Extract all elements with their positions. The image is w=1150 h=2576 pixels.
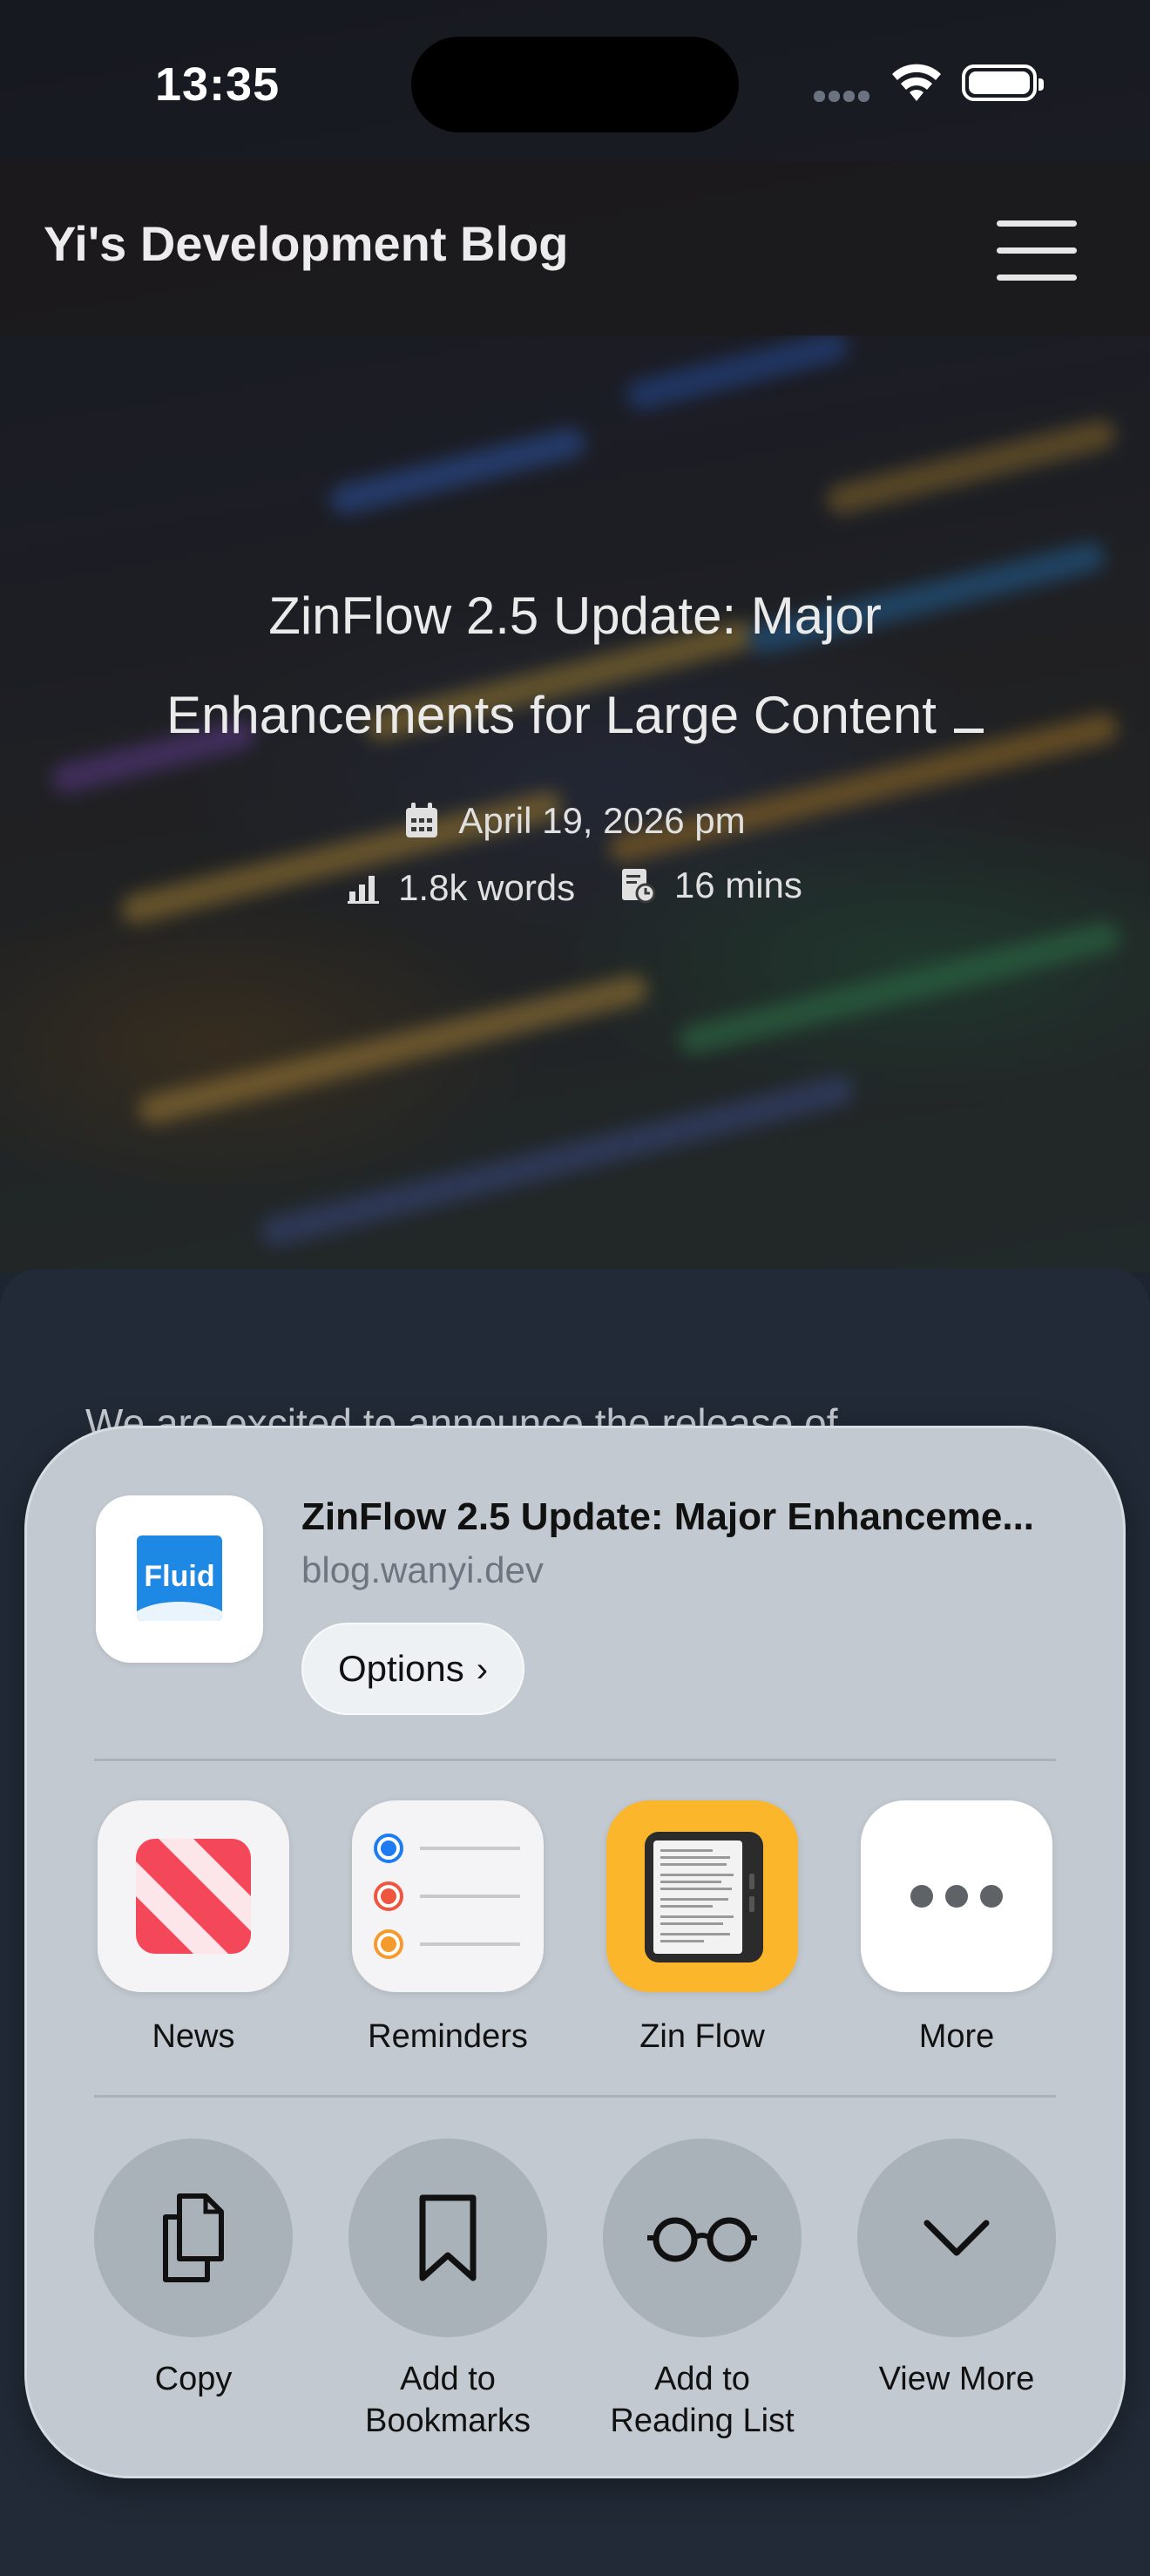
- fluid-logo-icon: Fluid: [137, 1535, 222, 1621]
- reading-time-icon: [621, 869, 655, 904]
- post-title: ZinFlow 2.5 Update: Major Enhancements f…: [70, 566, 1080, 765]
- navbar: Yi's Development Blog: [0, 161, 1150, 336]
- app-label: More: [918, 2018, 995, 2055]
- divider: [94, 1759, 1056, 1761]
- action-label-line1: View More: [878, 2361, 1035, 2397]
- app-label: Zin Flow: [639, 2018, 765, 2055]
- post-read-time: 16 mins: [673, 864, 802, 905]
- battery-icon: [962, 64, 1044, 101]
- share-app-more[interactable]: More: [861, 1800, 1052, 2056]
- chevron-down-icon: [857, 2139, 1056, 2337]
- post-stats-row: 1.8k words 16 mins: [0, 864, 1150, 912]
- share-url: blog.wanyi.dev: [301, 1549, 544, 1590]
- share-sheet: Fluid ZinFlow 2.5 Update: Major Enhancem…: [24, 1426, 1126, 2478]
- news-icon: [98, 1800, 289, 1992]
- hamburger-menu-icon[interactable]: [997, 220, 1077, 281]
- blog-title[interactable]: Yi's Development Blog: [44, 215, 568, 272]
- fluid-logo-text: Fluid: [144, 1560, 215, 1593]
- add-to-bookmarks-action[interactable]: Add to Bookmarks: [343, 2139, 552, 2442]
- action-label: Copy: [89, 2358, 298, 2400]
- chevron-right-icon: ›: [476, 1651, 489, 1689]
- cellular-signal-icon: [814, 91, 873, 106]
- glasses-icon: [603, 2139, 802, 2337]
- copy-icon: [94, 2139, 293, 2337]
- site-thumbnail: Fluid: [96, 1495, 263, 1663]
- share-title: ZinFlow 2.5 Update: Major Enhanceme...: [301, 1495, 1035, 1538]
- copy-action[interactable]: Copy: [89, 2139, 298, 2400]
- reminders-icon: [352, 1800, 544, 1992]
- share-app-news[interactable]: News: [98, 1800, 289, 2056]
- post-title-line2: Enhancements for Large Content: [166, 686, 937, 744]
- action-label-line1: Add to: [654, 2361, 750, 2397]
- bookmark-icon: [348, 2139, 547, 2337]
- share-app-reminders[interactable]: Reminders: [352, 1800, 544, 2056]
- action-label-line2: Reading List: [610, 2403, 795, 2439]
- action-label-line2: Bookmarks: [364, 2403, 531, 2439]
- zinflow-icon: [606, 1800, 798, 1992]
- post-title-line1: ZinFlow 2.5 Update: Major: [268, 586, 882, 645]
- dynamic-island: [411, 37, 739, 132]
- view-more-action[interactable]: View More: [852, 2139, 1061, 2400]
- app-label: Reminders: [368, 2018, 528, 2055]
- options-button[interactable]: Options ›: [301, 1623, 525, 1715]
- status-time: 13:35: [155, 58, 281, 111]
- post-date-row: April 19, 2026 pm: [0, 800, 1150, 848]
- action-label: View More: [852, 2358, 1061, 2400]
- share-app-zinflow[interactable]: Zin Flow: [606, 1800, 798, 2056]
- more-icon: [861, 1800, 1052, 1992]
- action-label-line1: Copy: [154, 2361, 233, 2397]
- calendar-icon: [406, 803, 438, 837]
- post-word-count: 1.8k words: [398, 867, 576, 908]
- typing-cursor: [953, 729, 984, 733]
- options-label: Options: [338, 1648, 464, 1689]
- app-label: News: [152, 2018, 235, 2055]
- action-label-line1: Add to: [400, 2361, 496, 2397]
- add-to-reading-list-action[interactable]: Add to Reading List: [598, 2139, 807, 2442]
- divider: [94, 2095, 1056, 2098]
- wifi-icon: [892, 64, 941, 101]
- bar-chart-icon: [348, 876, 380, 904]
- action-label: Add to Bookmarks: [343, 2358, 552, 2442]
- post-date: April 19, 2026 pm: [458, 800, 746, 841]
- action-label: Add to Reading List: [598, 2358, 807, 2442]
